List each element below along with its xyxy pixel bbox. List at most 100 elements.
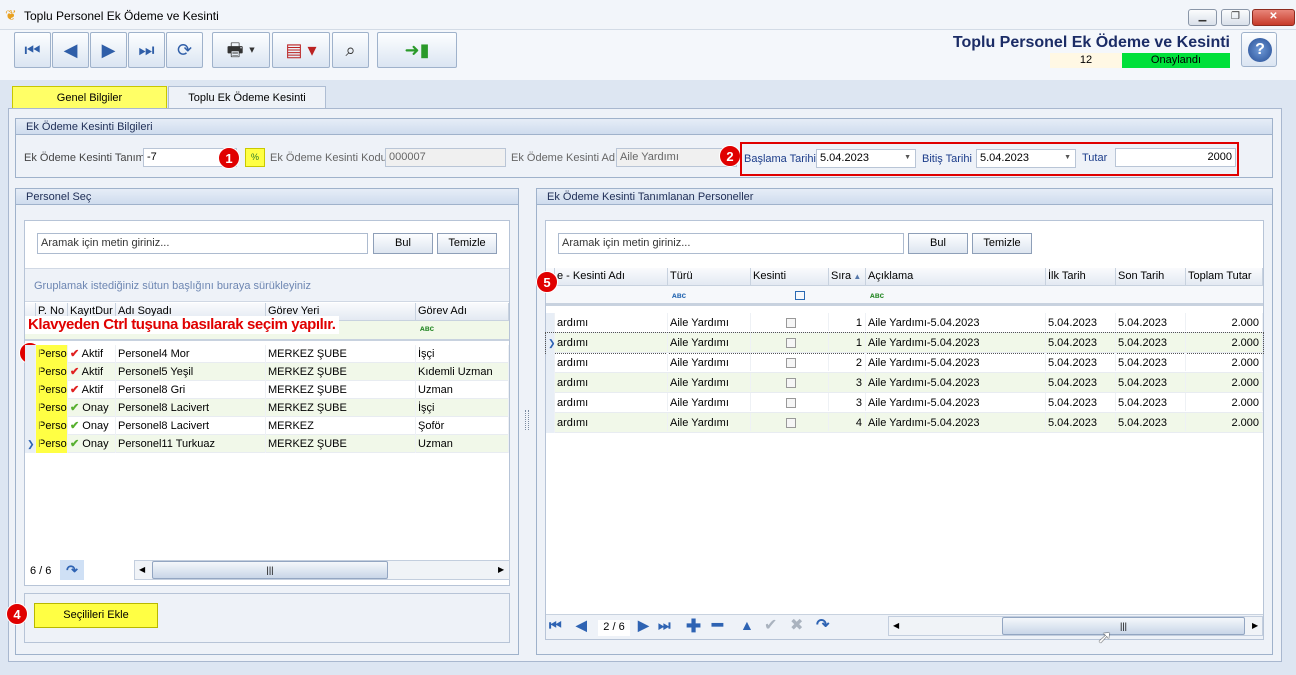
cell-toplam-tutar: 2.000 [1186, 333, 1263, 351]
right-scroll-left-icon[interactable]: ◀ [893, 621, 899, 630]
right-filter-row[interactable] [546, 286, 1263, 306]
page-title: Toplu Personel Ek Ödeme ve Kesinti [952, 34, 1230, 51]
pno-highlight [37, 345, 41, 453]
col-son-tarih[interactable]: Son Tarih [1116, 268, 1186, 286]
left-scroll-thumb[interactable]: ||| [152, 561, 388, 579]
cell-son-tarih: 5.04.2023 [1116, 353, 1186, 371]
kesinti-checkbox[interactable] [785, 398, 796, 409]
ctrl-annotation: Klavyeden Ctrl tuşuna basılarak seçim ya… [25, 316, 339, 334]
left-find-button[interactable]: Bul [373, 233, 433, 254]
print-button[interactable]: 🖶 ▾ [212, 32, 270, 68]
calculator-icon[interactable]: % [245, 148, 265, 167]
table-row[interactable]: Perso ✔ Onay Personel8 Lacivert MERKEZ Ş… [25, 417, 509, 435]
right-find-button[interactable]: Bul [908, 233, 968, 254]
nav-add-icon[interactable]: ✚ [686, 616, 701, 637]
col-toplam-tutar[interactable]: Toplam Tutar [1186, 268, 1263, 286]
redo-icon[interactable]: ↷ [60, 560, 84, 580]
cell-sira: 1 [829, 333, 866, 351]
table-row[interactable]: Perso ✔ Onay Personel8 Lacivert MERKEZ Ş… [25, 399, 509, 417]
col-aciklama[interactable]: Açıklama [866, 268, 1046, 286]
baslama-value: 5.04.2023 [820, 152, 869, 164]
cell-gorev: Uzman [416, 435, 509, 453]
cell-ad: Personel4 Mor [116, 345, 266, 363]
baslama-date-picker[interactable]: 5.04.2023 ▼ [816, 149, 916, 168]
kesinti-checkbox[interactable] [785, 318, 796, 329]
cell-toplam-tutar: 2.000 [1186, 393, 1263, 411]
kesinti-checkbox[interactable] [785, 358, 796, 369]
bitis-date-picker[interactable]: 5.04.2023 ▼ [976, 149, 1076, 168]
cell-yer: MERKEZ ŞUBE [266, 381, 416, 399]
right-search-input[interactable]: Aramak için metin giriniz... [558, 233, 904, 254]
maximize-button[interactable]: ❐ [1221, 9, 1250, 26]
tab-toplu-liste[interactable]: Toplu Ek Ödeme Kesinti Listesi [168, 86, 326, 126]
nav-last-icon[interactable]: ⏭ [658, 617, 671, 634]
row-indicator [546, 373, 555, 393]
baslama-label: Başlama Tarihi [744, 153, 816, 165]
table-row[interactable]: Perso ✔ Aktif Personel8 Gri MERKEZ ŞUBE … [25, 381, 509, 399]
col-kesinti[interactable]: Kesinti [751, 268, 829, 286]
next-record-button[interactable]: ▶ [90, 32, 127, 68]
splitter-handle[interactable] [525, 410, 529, 430]
filter-text-icon: ᴀʙc [420, 324, 435, 333]
col-sira-label: Sıra [831, 270, 852, 282]
refresh-button[interactable]: ⟳ [166, 32, 203, 68]
first-record-button[interactable]: ⏮ [14, 32, 51, 68]
table-row[interactable]: ardımı Aile Yardımı 4 Aile Yardımı-5.04.… [546, 413, 1263, 433]
prev-record-button[interactable]: ◀ [52, 32, 89, 68]
preview-button[interactable]: ⌕ [332, 32, 369, 68]
table-row[interactable]: ardımı Aile Yardımı 2 Aile Yardımı-5.04.… [546, 353, 1263, 373]
left-clear-button[interactable]: Temizle [437, 233, 497, 254]
right-scroll-thumb[interactable]: ||| [1002, 617, 1245, 635]
right-scroll-right-icon[interactable]: ▶ [1252, 621, 1258, 630]
cell-yer: MERKEZ ŞUBE [266, 363, 416, 381]
col-ilk-tarih[interactable]: İlk Tarih [1046, 268, 1116, 286]
tutar-field[interactable]: 2000 [1115, 148, 1236, 167]
mouse-cursor-icon: ➚ [1097, 627, 1113, 647]
row-indicator [546, 393, 555, 413]
info-group-title: Ek Ödeme Kesinti Bilgileri [15, 118, 1273, 135]
minimize-button[interactable]: ▁ [1188, 9, 1217, 26]
nav-redo-icon[interactable]: ↷ [816, 615, 829, 635]
record-number: 12 [1050, 53, 1122, 68]
row-indicator [25, 345, 36, 363]
nav-next-page-icon[interactable]: ▶ [638, 617, 649, 634]
table-row[interactable]: ❯ ardımı Aile Yardımı 1 Aile Yardımı-5.0… [545, 332, 1264, 354]
scroll-left-icon[interactable]: ◀ [139, 565, 145, 574]
kesinti-checkbox[interactable] [785, 378, 796, 389]
col-turu[interactable]: Türü [668, 268, 751, 286]
close-button[interactable]: ✕ [1252, 9, 1295, 26]
table-row[interactable]: ❯ Perso ✔ Onay Personel11 Turkuaz MERKEZ… [25, 435, 509, 453]
left-search-input[interactable]: Aramak için metin giriniz... [37, 233, 368, 254]
nav-up-icon[interactable]: ▲ [740, 617, 754, 633]
table-row[interactable]: ardımı Aile Yardımı 3 Aile Yardımı-5.04.… [546, 393, 1263, 413]
kesinti-checkbox[interactable] [785, 418, 796, 429]
pdf-export-button[interactable]: ▤ ▾ [272, 32, 330, 68]
nav-remove-icon[interactable]: ━ [712, 615, 723, 636]
col-kesinti-adi[interactable]: e - Kesinti Adı [555, 268, 668, 286]
help-button[interactable]: ? [1241, 32, 1277, 67]
nav-first-icon[interactable]: ⏮ [549, 617, 562, 634]
cell-turu: Aile Yardımı [668, 413, 751, 431]
cell-kesinti-adi: ardımı [555, 333, 668, 351]
add-selected-button[interactable]: Seçilileri Ekle [34, 603, 158, 628]
scroll-right-icon[interactable]: ▶ [498, 565, 504, 574]
kod-field[interactable]: 000007 [385, 148, 506, 167]
tab-genel-bilgiler[interactable]: Genel Bilgiler [12, 86, 167, 109]
last-record-button[interactable]: ⏭ [128, 32, 165, 68]
cell-ad: Personel5 Yeşil [116, 363, 266, 381]
nav-confirm-icon[interactable]: ✔ [764, 615, 777, 635]
cell-turu: Aile Yardımı [668, 353, 751, 371]
cell-sira: 3 [829, 393, 866, 411]
kesinti-checkbox[interactable] [785, 338, 796, 349]
col-sira[interactable]: Sıra ▲ [829, 268, 866, 286]
exit-button[interactable]: ➜▮ [377, 32, 457, 68]
table-row[interactable]: ardımı Aile Yardımı 3 Aile Yardımı-5.04.… [546, 373, 1263, 393]
table-row[interactable]: ardımı Aile Yardımı 1 Aile Yardımı-5.04.… [546, 313, 1263, 333]
table-row[interactable]: Perso ✔ Aktif Personel4 Mor MERKEZ ŞUBE … [25, 345, 509, 363]
table-row[interactable]: Perso ✔ Aktif Personel5 Yeşil MERKEZ ŞUB… [25, 363, 509, 381]
filter-aciklama-icon: ᴀʙc [870, 291, 885, 300]
right-clear-button[interactable]: Temizle [972, 233, 1032, 254]
nav-cancel-icon[interactable]: ✖ [790, 615, 803, 635]
col-gorev-adi[interactable]: Görev Adı [416, 303, 509, 321]
nav-prev-page-icon[interactable]: ◀ [576, 617, 587, 634]
